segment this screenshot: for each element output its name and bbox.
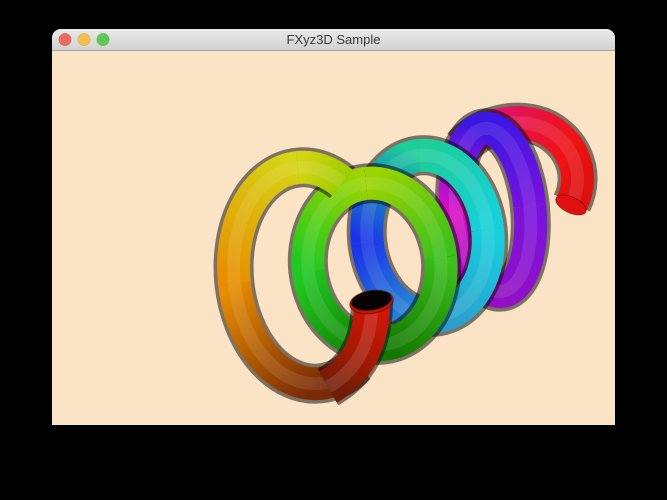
title-bar[interactable]: FXyz3D Sample [52, 29, 615, 51]
3d-viewport[interactable] [52, 51, 615, 425]
window-title: FXyz3D Sample [286, 32, 381, 47]
app-window: FXyz3D Sample [52, 29, 615, 425]
desktop: { "window": { "title": "FXyz3D Sample", … [0, 0, 667, 500]
content-area [52, 51, 615, 425]
